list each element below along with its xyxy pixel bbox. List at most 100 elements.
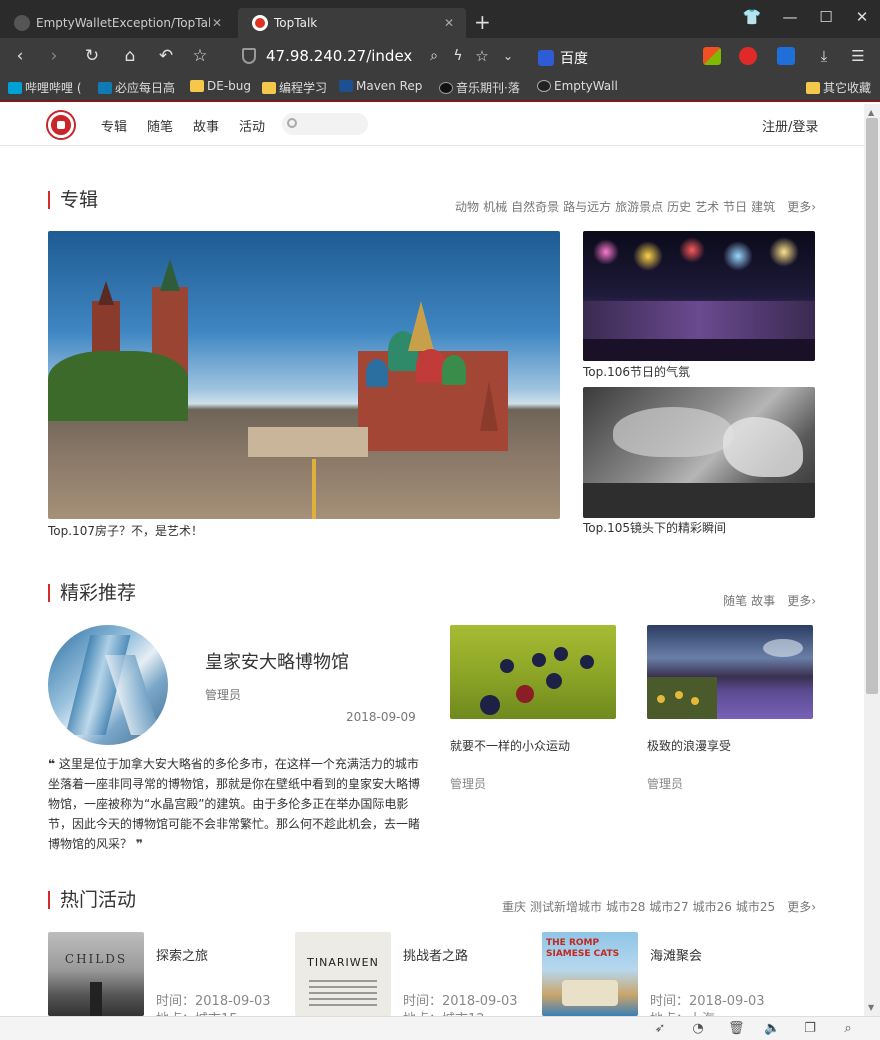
activity-poster-image[interactable]: THE ROMP SIAMESE CATS [542,932,638,1016]
close-window-icon[interactable]: ✕ [850,8,874,26]
activity-tag[interactable]: 重庆 [502,898,526,915]
album-tag[interactable]: 机械 [483,198,507,215]
bookmark-bing[interactable]: 必应每日高 [98,79,175,96]
login-register-link[interactable]: 注册/登录 [762,116,818,135]
album-tag[interactable]: 动物 [455,198,479,215]
maximize-icon[interactable]: ☐ [814,8,838,26]
bing-icon [98,81,112,94]
album-tag[interactable]: 历史 [667,198,691,215]
album-tag[interactable]: 节日 [723,198,747,215]
bookmark-debug[interactable]: DE-bug [190,79,251,93]
album-tag[interactable]: 旅游景点 [615,198,663,215]
recommend-more-link[interactable]: 更多› [787,592,816,609]
bookmark-maven[interactable]: Maven Rep [339,79,422,93]
reload-icon[interactable]: ↻ [80,44,104,68]
album-main-caption[interactable]: Top.107房子？不，是艺术！ [48,522,203,539]
bookmark-coding[interactable]: 编程学习 [262,79,327,96]
maven-icon [339,80,353,92]
page-scrollbar[interactable]: ▲ ▼ [864,104,880,1016]
museum-avatar-image[interactable] [48,625,168,745]
speaker-icon[interactable]: 🔈 [764,1021,780,1037]
bookmark-github[interactable]: EmptyWall [537,79,618,93]
new-tab-button[interactable]: + [474,10,491,34]
menu-icon[interactable]: ☰ [846,44,870,68]
activity-title[interactable]: 探索之旅 [156,945,208,964]
home-icon[interactable]: ⌂ [118,44,142,68]
activity-tag[interactable]: 城市28 [606,898,645,915]
lightning-icon[interactable]: ϟ [446,44,470,68]
album-tag[interactable]: 自然奇景 [511,198,559,215]
scroll-thumb[interactable] [866,118,878,694]
nav-albums[interactable]: 专辑 [101,116,127,135]
recommend-tag[interactable]: 故事 [751,592,775,609]
nav-stories[interactable]: 故事 [193,116,219,135]
rocket-icon[interactable]: ➶ [652,1021,668,1037]
adblock-icon[interactable] [739,47,757,65]
browser-tab-toptalk[interactable]: TopTalk ✕ [238,8,466,38]
recommend-feature-date: 2018-09-09 [346,710,416,724]
bookmark-bilibili[interactable]: 哔哩哔哩 ( [8,79,82,96]
bookmark-music[interactable]: 音乐期刊·落 [439,79,520,96]
recommend-image-lavender[interactable] [647,625,813,719]
undo-close-icon[interactable]: ↶ [154,44,178,68]
apps-grid-icon[interactable] [703,47,721,65]
bookmark-other[interactable]: 其它收藏 [806,79,871,96]
window-icon[interactable]: ❐ [802,1021,818,1037]
activity-tag[interactable]: 城市26 [693,898,732,915]
album-side-image-fireworks[interactable] [583,231,815,361]
album-tag[interactable]: 路与远方 [563,198,611,215]
edit-extension-icon[interactable] [777,47,795,65]
speed-icon[interactable]: ◔ [690,1021,706,1037]
search-engine-selector[interactable]: 百度 [538,48,588,68]
activity-place: 地点：城市12 [403,1008,485,1016]
albums-section-title: 专辑 [48,191,98,210]
dropdown-chevron-icon[interactable]: ⌄ [496,44,520,68]
album-tag[interactable]: 建筑 [751,198,775,215]
album-side-image-horses[interactable] [583,387,815,518]
zoom-icon[interactable]: ⌕ [840,1021,856,1037]
zoom-search-icon[interactable]: ⌕ [422,44,446,68]
albums-more-link[interactable]: 更多› [787,198,816,215]
album-main-image[interactable] [48,231,560,519]
browser-tab-github[interactable]: EmptyWalletException/TopTal ✕ [0,8,234,38]
activity-poster-image[interactable]: CHILDS [48,932,144,1016]
back-icon[interactable]: ‹ [8,44,32,68]
minimize-icon[interactable]: — [778,8,802,26]
scroll-down-arrow-icon[interactable]: ▼ [868,1003,874,1012]
activity-tag[interactable]: 城市27 [649,898,688,915]
recommend-tag[interactable]: 随笔 [723,592,747,609]
favorite-icon[interactable]: ☆ [470,44,494,68]
bookmark-star-icon[interactable]: ☆ [188,44,212,68]
close-quote-icon: ❞ [135,837,143,851]
open-quote-icon: ❝ [48,757,56,771]
activity-poster-image[interactable]: TINARIWEN [295,932,391,1016]
scroll-up-arrow-icon[interactable]: ▲ [868,108,874,117]
album-side-caption[interactable]: Top.106节日的气氛 [583,363,690,380]
activity-tag[interactable]: 城市25 [736,898,775,915]
browser-tab-bar: EmptyWalletException/TopTal ✕ TopTalk ✕ … [0,0,880,38]
browser-status-bar: ➶ ◔ 🗑 🔈 ❐ ⌕ [0,1016,880,1040]
recommend-item-title[interactable]: 就要不一样的小众运动 [450,737,570,754]
activity-title[interactable]: 海滩聚会 [650,945,702,964]
trash-icon[interactable]: 🗑 [728,1021,745,1037]
nav-essays[interactable]: 随笔 [147,116,173,135]
activities-more-link[interactable]: 更多› [787,898,816,915]
recommend-item-author: 管理员 [450,777,487,791]
download-icon[interactable]: ⤓ [812,44,836,68]
music-disc-icon [439,81,453,94]
nav-activities[interactable]: 活动 [239,116,265,135]
album-side-caption[interactable]: Top.105镜头下的精彩瞬间 [583,519,726,536]
toptalk-favicon-icon [252,15,268,31]
bookmark-label: 编程学习 [279,81,328,95]
close-tab-icon[interactable]: ✕ [442,16,456,30]
recommend-item-title[interactable]: 极致的浪漫享受 [647,737,731,754]
activity-tag[interactable]: 测试新增城市 [530,898,602,915]
recommend-image-bocce[interactable] [450,625,616,719]
toptalk-logo[interactable] [48,112,74,138]
forward-icon[interactable]: › [42,44,66,68]
activity-title[interactable]: 挑战者之路 [403,945,468,964]
close-tab-icon[interactable]: ✕ [210,16,224,30]
skin-icon[interactable]: 👕 [740,8,764,26]
recommend-feature-title[interactable]: 皇家安大略博物馆 [205,648,349,674]
album-tag[interactable]: 艺术 [695,198,719,215]
